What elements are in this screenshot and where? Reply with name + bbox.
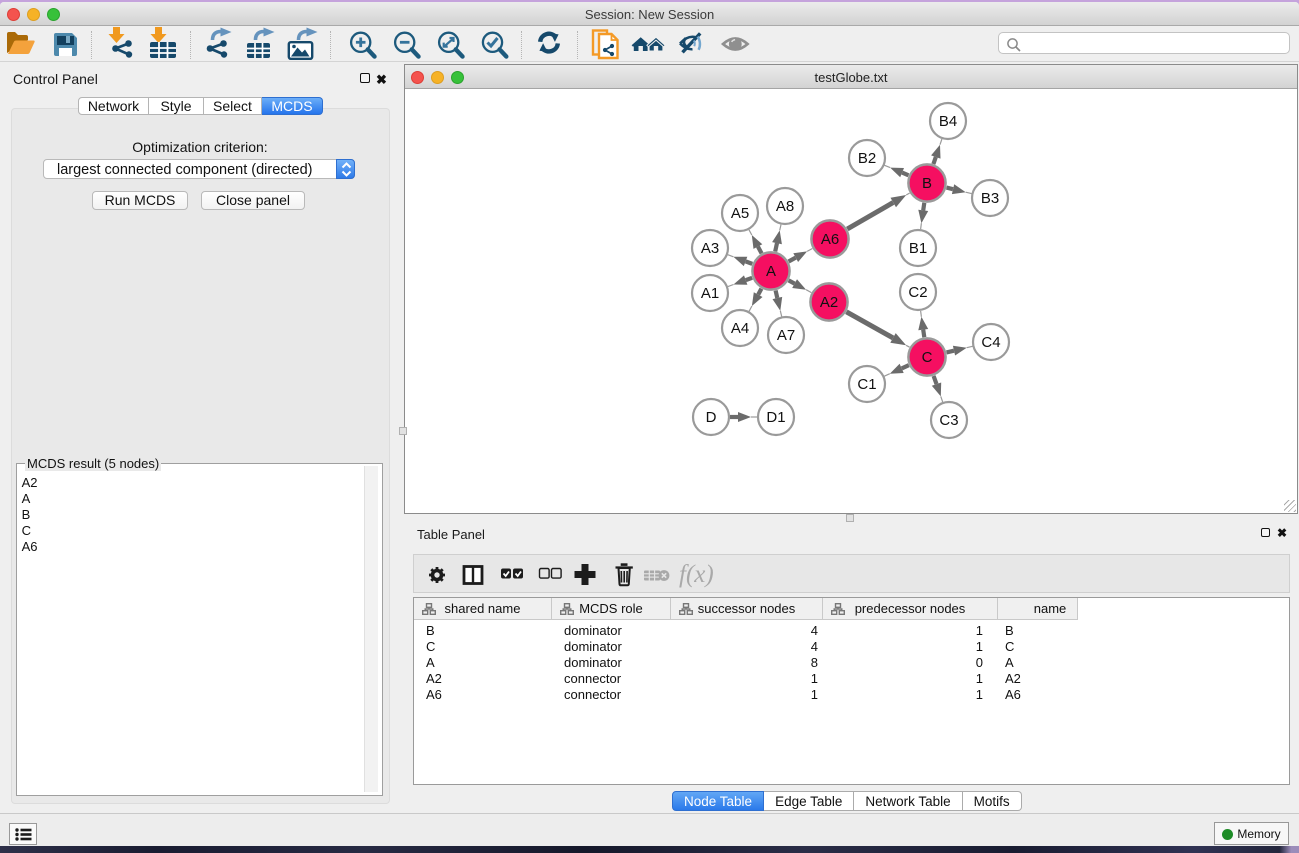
svg-text:A: A (766, 263, 776, 280)
svg-text:A1: A1 (701, 285, 719, 302)
svg-text:C: C (922, 349, 933, 366)
svg-text:A7: A7 (777, 327, 795, 344)
svg-text:A6: A6 (821, 231, 839, 248)
svg-text:D1: D1 (766, 409, 785, 426)
svg-text:A4: A4 (731, 320, 749, 337)
svg-text:C2: C2 (908, 284, 927, 301)
svg-text:A3: A3 (701, 240, 719, 257)
svg-text:B3: B3 (981, 190, 999, 207)
svg-text:B4: B4 (939, 113, 957, 130)
svg-text:B: B (922, 175, 932, 192)
svg-text:A5: A5 (731, 205, 749, 222)
svg-text:A8: A8 (776, 198, 794, 215)
svg-text:D: D (706, 409, 717, 426)
svg-text:A2: A2 (820, 294, 838, 311)
svg-text:C1: C1 (857, 376, 876, 393)
svg-text:f(x): f(x) (679, 561, 714, 588)
svg-text:C4: C4 (981, 334, 1000, 351)
svg-text:B2: B2 (858, 150, 876, 167)
svg-text:C3: C3 (939, 412, 958, 429)
svg-text:B1: B1 (909, 240, 927, 257)
